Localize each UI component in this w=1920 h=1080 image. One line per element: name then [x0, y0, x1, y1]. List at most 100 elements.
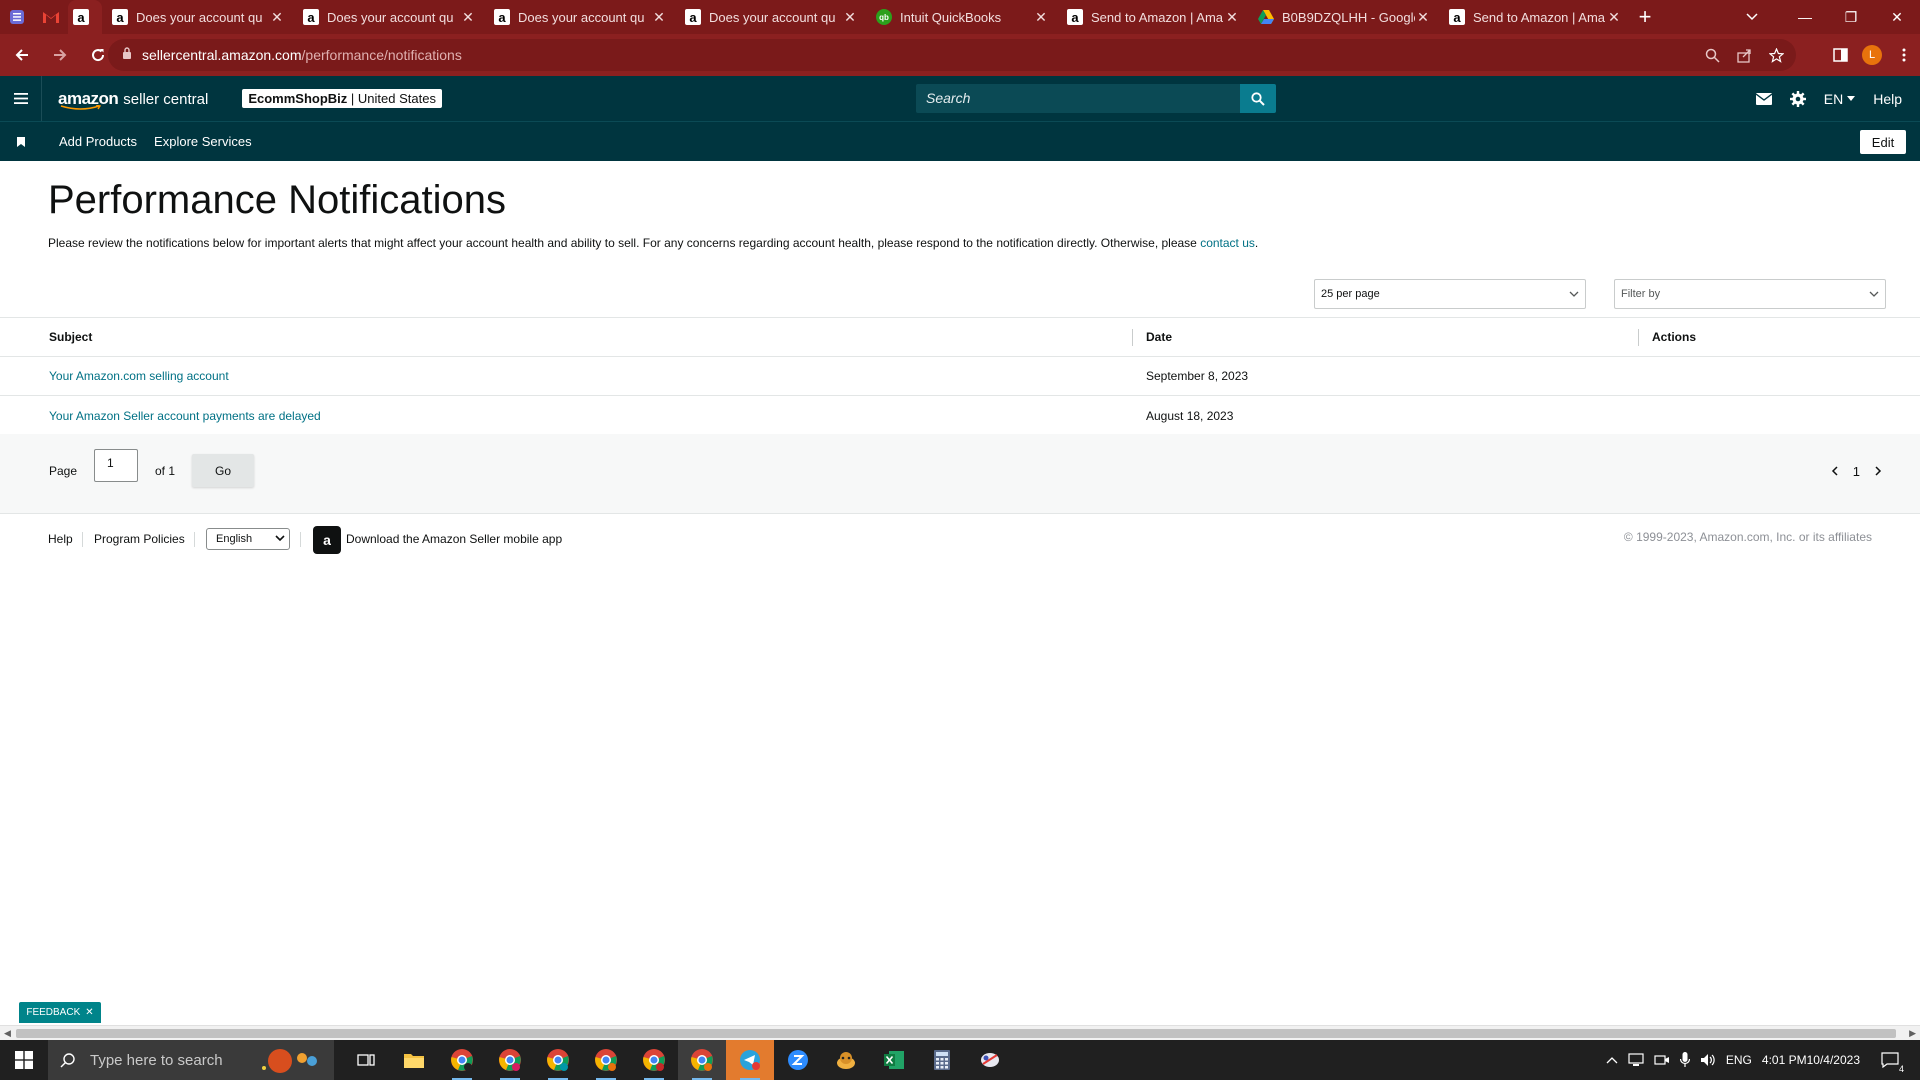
feedback-button[interactable]: FEEDBACK ✕	[19, 1002, 101, 1023]
horizontal-scrollbar[interactable]: ◀ ▶	[0, 1025, 1920, 1040]
chrome-profile-l-icon[interactable]	[678, 1040, 726, 1080]
url-host: sellercentral.amazon.com	[142, 47, 302, 63]
help-link[interactable]: Help	[1873, 91, 1902, 107]
column-header-subject[interactable]: Subject	[49, 330, 92, 344]
tab-close-icon[interactable]: ✕	[269, 9, 285, 26]
chrome-profile-d-icon[interactable]	[486, 1040, 534, 1080]
profile-avatar[interactable]: L	[1856, 45, 1888, 65]
close-window-icon[interactable]: ✕	[1874, 0, 1920, 34]
chevron-down-icon	[275, 535, 285, 542]
tab-close-icon[interactable]: ✕	[1033, 9, 1049, 26]
browser-menu-icon[interactable]	[1888, 48, 1920, 62]
gmail-tab-icon[interactable]	[34, 0, 68, 34]
zoom-app-icon[interactable]	[774, 1040, 822, 1080]
current-page[interactable]: 1	[1853, 464, 1860, 479]
telegram-icon[interactable]	[726, 1040, 774, 1080]
restore-icon[interactable]: ❐	[1828, 0, 1874, 34]
tab-search-dropdown-icon[interactable]	[1732, 0, 1772, 34]
scroll-right-icon[interactable]: ▶	[1909, 1028, 1916, 1039]
contact-us-link[interactable]: contact us	[1200, 236, 1255, 250]
close-icon[interactable]: ✕	[85, 1007, 93, 1018]
next-page-icon[interactable]	[1874, 464, 1882, 479]
tab-close-icon[interactable]: ✕	[1606, 9, 1622, 26]
windows-start-icon[interactable]	[0, 1040, 48, 1080]
notification-count: 4	[1898, 1064, 1904, 1074]
file-explorer-icon[interactable]	[390, 1040, 438, 1080]
tab-active-amazon[interactable]: a	[68, 0, 102, 34]
network-icon[interactable]	[1628, 1053, 1644, 1067]
side-panel-icon[interactable]	[1824, 48, 1856, 62]
footer-language-select[interactable]: English	[206, 528, 290, 550]
forward-button[interactable]	[44, 39, 76, 71]
browser-tab[interactable]: B0B9DZQLHH - Google ✕	[1248, 0, 1439, 34]
chrome-profile-r-icon[interactable]	[630, 1040, 678, 1080]
browser-tab[interactable]: a Does your account qu ✕	[675, 0, 866, 34]
input-language[interactable]: ENG	[1726, 1053, 1752, 1067]
calculator-icon[interactable]	[918, 1040, 966, 1080]
share-icon[interactable]	[1728, 48, 1760, 63]
page-footer: Help Program Policies English a Download…	[0, 524, 1920, 554]
browser-tab[interactable]: a Does your account qu ✕	[293, 0, 484, 34]
bookmark-star-icon[interactable]	[1760, 47, 1792, 63]
snipping-tool-icon[interactable]	[966, 1040, 1014, 1080]
task-view-icon[interactable]	[342, 1040, 390, 1080]
tab-close-icon[interactable]: ✕	[460, 9, 476, 26]
go-button[interactable]: Go	[192, 454, 254, 487]
microphone-icon[interactable]	[1679, 1052, 1690, 1068]
clock[interactable]: 4:01 PM 10/4/2023	[1762, 1053, 1860, 1068]
tab-close-icon[interactable]: ✕	[842, 9, 858, 26]
zoom-icon[interactable]	[1696, 48, 1728, 63]
new-tab-button[interactable]: +	[1630, 4, 1660, 30]
search-input[interactable]: Search	[916, 84, 1240, 113]
notification-subject-link[interactable]: Your Amazon Seller account payments are …	[49, 409, 321, 423]
taskbar-search[interactable]: Type here to search	[48, 1040, 334, 1080]
filter-select[interactable]: Filter by	[1614, 279, 1886, 309]
volume-icon[interactable]	[1700, 1053, 1716, 1067]
scrollbar-thumb[interactable]	[16, 1029, 1896, 1038]
tab-search-icon[interactable]	[0, 0, 34, 34]
footer-program-policies-link[interactable]: Program Policies	[94, 532, 185, 546]
meet-now-icon[interactable]	[1654, 1053, 1670, 1067]
notification-center-icon[interactable]: 4	[1870, 1040, 1910, 1080]
minimize-icon[interactable]: —	[1782, 0, 1828, 34]
back-button[interactable]	[6, 39, 38, 71]
column-header-date[interactable]: Date	[1146, 330, 1172, 344]
app-hat-icon[interactable]	[822, 1040, 870, 1080]
browser-tab[interactable]: a Does your account qu ✕	[102, 0, 293, 34]
page-title: Performance Notifications	[48, 178, 506, 222]
hamburger-menu-icon[interactable]	[0, 76, 42, 121]
browser-tab[interactable]: a Does your account qu ✕	[484, 0, 675, 34]
address-bar[interactable]: sellercentral.amazon.com /performance/no…	[108, 39, 1796, 71]
edit-bookmarks-button[interactable]: Edit	[1860, 130, 1906, 154]
amazon-icon: a	[494, 9, 510, 25]
tab-close-icon[interactable]: ✕	[651, 9, 667, 26]
store-switcher[interactable]: EcommShopBiz | United States	[242, 89, 442, 108]
bookmark-icon[interactable]	[0, 136, 42, 147]
seller-central-logo[interactable]: amazon seller central	[58, 89, 208, 110]
browser-tab[interactable]: a Send to Amazon | Ama ✕	[1439, 0, 1630, 34]
browser-tab[interactable]: a Send to Amazon | Ama ✕	[1057, 0, 1248, 34]
language-selector[interactable]: EN	[1824, 91, 1856, 107]
nav-add-products[interactable]: Add Products	[59, 134, 137, 149]
excel-icon[interactable]	[870, 1040, 918, 1080]
per-page-select[interactable]: 25 per page	[1314, 279, 1586, 309]
search-button[interactable]	[1240, 84, 1276, 113]
download-app-link[interactable]: Download the Amazon Seller mobile app	[346, 532, 562, 546]
tab-close-icon[interactable]: ✕	[1224, 9, 1240, 26]
browser-tab[interactable]: qb Intuit QuickBooks ✕	[866, 0, 1057, 34]
prev-page-icon[interactable]	[1831, 464, 1839, 479]
chrome-profile-o-icon[interactable]	[534, 1040, 582, 1080]
notification-subject-link[interactable]: Your Amazon.com selling account	[49, 369, 229, 383]
mail-icon[interactable]	[1755, 92, 1772, 105]
chrome-profile-icon[interactable]	[438, 1040, 486, 1080]
tab-close-icon[interactable]: ✕	[1415, 9, 1431, 26]
chrome-profile-m-icon[interactable]	[582, 1040, 630, 1080]
tray-expand-icon[interactable]	[1606, 1056, 1618, 1064]
footer-help-link[interactable]: Help	[48, 532, 73, 546]
page-number-input[interactable]: 1	[94, 449, 138, 482]
amazon-seller-app-icon[interactable]: a	[313, 526, 341, 554]
lock-icon[interactable]	[122, 46, 132, 64]
settings-gear-icon[interactable]	[1789, 90, 1806, 107]
scroll-left-icon[interactable]: ◀	[4, 1028, 11, 1039]
nav-explore-services[interactable]: Explore Services	[154, 134, 252, 149]
